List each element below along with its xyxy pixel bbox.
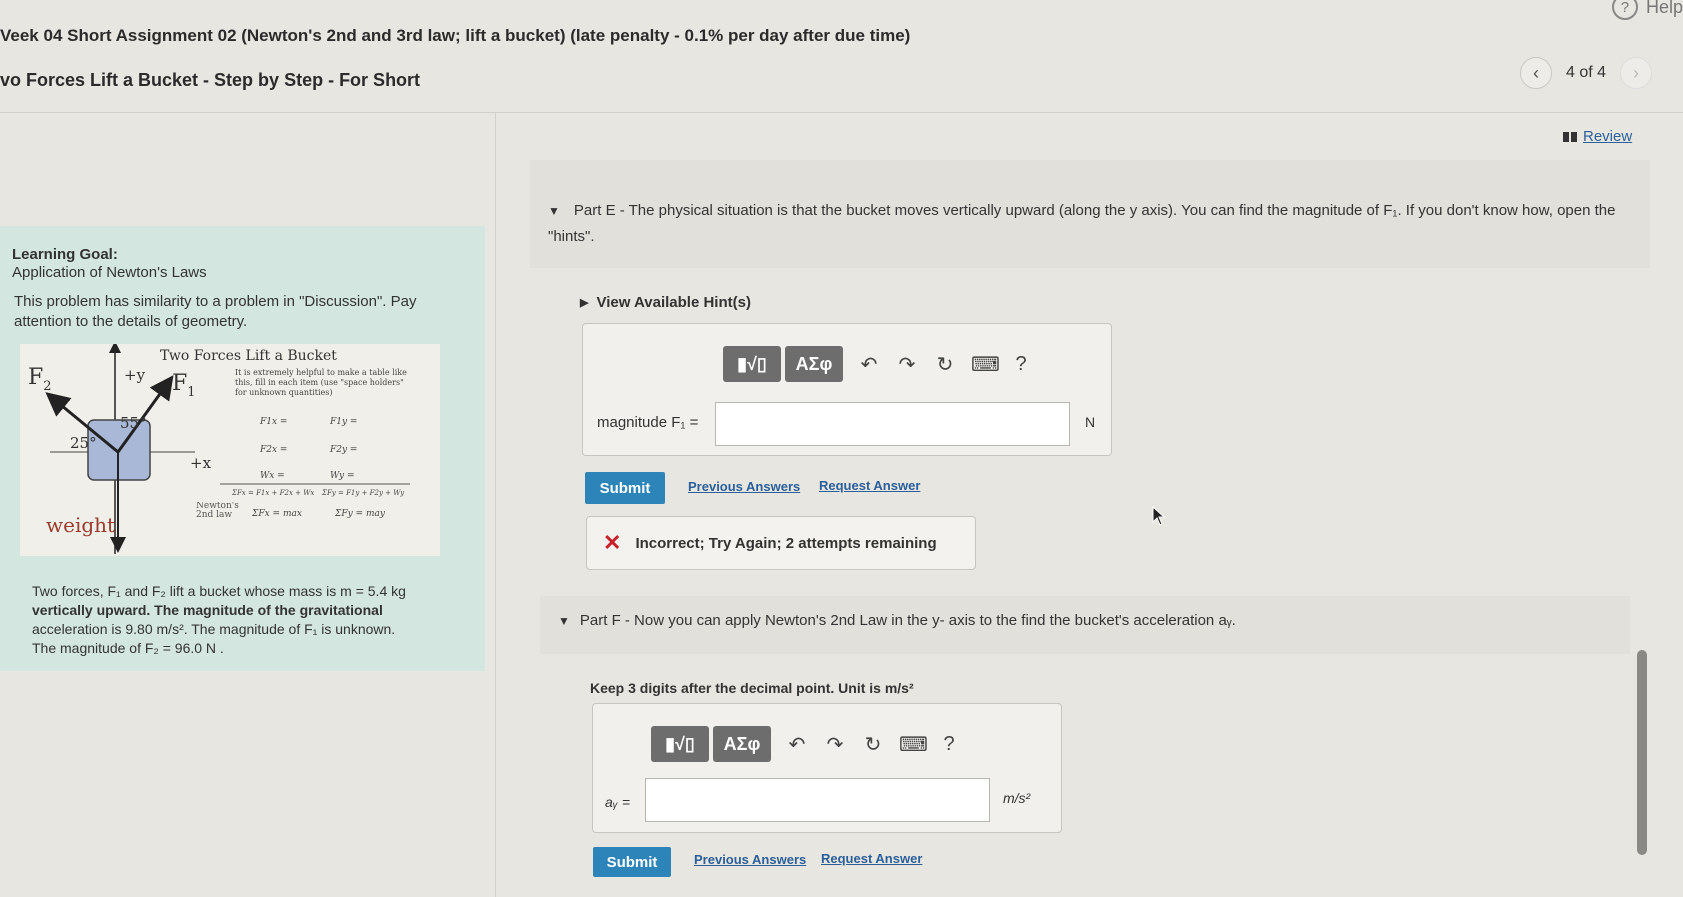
table-cell: ΣFy = F1y + F2y + Wy [321, 489, 405, 497]
problem-title: vo Forces Lift a Bucket - Step by Step -… [0, 70, 421, 90]
divider [0, 112, 1683, 113]
part-f-answer-box: ▮√▯ ΑΣφ ↶ ↷ ↻ ⌨ ? aᵧ = m/s² [592, 703, 1062, 833]
ay-input[interactable] [645, 778, 990, 822]
magnitude-f1-input[interactable] [715, 402, 1070, 446]
templates-button[interactable]: ▮√▯ [651, 726, 709, 762]
figure-title: Two Forces Lift a Bucket [160, 348, 337, 364]
table-cell: Wx = [260, 471, 285, 481]
submit-button[interactable]: Submit [593, 847, 671, 877]
help-icon[interactable]: ? [1009, 353, 1033, 376]
ay-label: aᵧ = [605, 794, 630, 810]
chevron-left-icon: ‹ [1533, 62, 1539, 83]
assignment-title: Veek 04 Short Assignment 02 (Newton's 2n… [0, 26, 911, 45]
unit-label: N [1085, 414, 1096, 430]
newton-x: ΣFx = max [251, 509, 302, 519]
request-answer-link[interactable]: Request Answer [821, 851, 922, 866]
help-label: Help [1645, 0, 1683, 17]
math-toolbar: ▮√▯ ΑΣφ ↶ ↷ ↻ ⌨ ? [723, 346, 1033, 382]
part-e-header[interactable]: ▼ Part E - The physical situation is that… [548, 198, 1638, 249]
review-link[interactable]: Review [1563, 128, 1632, 145]
undo-icon[interactable]: ↶ [785, 732, 809, 757]
view-hints-toggle[interactable]: ▶ View Available Hint(s) [580, 294, 751, 311]
help-link[interactable]: ? Help [1611, 0, 1683, 20]
feedback-text: Incorrect; Try Again; 2 attempts remaini… [635, 534, 937, 552]
caret-down-icon: ▼ [558, 613, 570, 628]
request-answer-link[interactable]: Request Answer [819, 478, 920, 493]
undo-icon[interactable]: ↶ [857, 352, 881, 377]
submit-button[interactable]: Submit [585, 472, 665, 504]
column-divider [495, 113, 496, 897]
force-diagram: F2 F1 +y +x 25° 55° weight Two Forces Li… [28, 341, 410, 554]
reset-icon[interactable]: ↻ [861, 732, 885, 757]
f1-label: F1 [172, 371, 196, 400]
angle-25-label: 25° [70, 434, 97, 452]
chevron-right-icon: › [1633, 62, 1640, 83]
plus-y-label: +y [124, 366, 146, 384]
magnitude-f1-label: magnitude F₁ = [597, 414, 699, 431]
part-f-header[interactable]: ▼ Part F - Now you can apply Newton's 2n… [558, 612, 1236, 629]
next-problem-button[interactable]: › [1620, 57, 1653, 89]
review-icon [1563, 131, 1577, 142]
caret-down-icon: ▼ [548, 204, 560, 218]
math-toolbar: ▮√▯ ΑΣφ ↶ ↷ ↻ ⌨ ? [651, 726, 961, 762]
greek-symbols-button[interactable]: ΑΣφ [713, 726, 771, 762]
previous-problem-button[interactable]: ‹ [1520, 57, 1552, 89]
help-icon: ? [1611, 0, 1638, 20]
scrollbar-thumb[interactable] [1637, 650, 1647, 855]
part-f-text: Part F - Now you can apply Newton's 2nd … [579, 612, 1236, 629]
help-icon[interactable]: ? [937, 733, 961, 756]
keyboard-icon[interactable]: ⌨ [899, 732, 928, 757]
figure-note: It is extremely helpful to make a table … [235, 368, 407, 397]
learning-goal-text: This problem has similarity to a problem… [14, 293, 417, 330]
part-f-instruction: Keep 3 digits after the decimal point. U… [590, 680, 914, 696]
table-cell: ΣFx = F1x + F2x + Wx [231, 489, 314, 497]
problem-line: acceleration is 9.80 m/s². The magnitude… [32, 621, 396, 637]
error-x-icon: ✕ [603, 530, 622, 555]
f2-label: F2 [28, 365, 52, 394]
problem-nav: ‹ 4 of 4 › [1520, 57, 1653, 89]
problem-line: Two forces, F₁ and F₂ lift a bucket whos… [32, 583, 406, 599]
greek-symbols-button[interactable]: ΑΣφ [785, 346, 843, 382]
weight-label: weight [46, 513, 115, 537]
mouse-cursor-icon [1152, 505, 1166, 531]
previous-answers-link[interactable]: Previous Answers [688, 479, 800, 494]
caret-right-icon: ▶ [580, 297, 589, 309]
table-cell: F1y = [329, 417, 357, 427]
reset-icon[interactable]: ↻ [933, 352, 957, 377]
plus-x-label: +x [190, 454, 212, 472]
table-cell: F2y = [329, 445, 357, 455]
previous-answers-link[interactable]: Previous Answers [694, 852, 806, 867]
angle-55-label: 55° [120, 414, 147, 432]
table-cell: F2x = [259, 445, 287, 455]
table-cell: F1x = [259, 417, 287, 427]
templates-button[interactable]: ▮√▯ [723, 346, 781, 382]
unit-label: m/s² [1003, 790, 1031, 806]
redo-icon[interactable]: ↷ [895, 352, 919, 377]
table-cell: Wy = [330, 471, 355, 481]
newton-y: ΣFy = may [334, 509, 386, 519]
problem-line: The magnitude of F₂ = 96.0 N . [32, 640, 224, 656]
keyboard-icon[interactable]: ⌨ [971, 352, 1000, 377]
learning-goal-subtitle: Application of Newton's Laws [12, 264, 207, 281]
problem-statement: Two forces, F₁ and F₂ lift a bucket whos… [32, 582, 472, 658]
newton-label: Newton's 2nd law [196, 502, 239, 520]
hints-label: View Available Hint(s) [596, 294, 751, 311]
page-counter: 4 of 4 [1566, 64, 1607, 81]
redo-icon[interactable]: ↷ [823, 732, 847, 757]
problem-line: vertically upward. The magnitude of the … [32, 602, 383, 618]
bucket-figure: F2 F1 +y +x 25° 55° weight Two Forces Li… [20, 341, 440, 556]
part-e-text: Part E - The physical situation is that … [548, 202, 1616, 245]
part-e-answer-box: ▮√▯ ΑΣφ ↶ ↷ ↻ ⌨ ? magnitude F₁ = N [582, 323, 1112, 456]
review-label: Review [1583, 128, 1633, 145]
feedback-message: ✕ Incorrect; Try Again; 2 attempts remai… [586, 516, 976, 570]
learning-goal-title: Learning Goal: [12, 246, 118, 263]
